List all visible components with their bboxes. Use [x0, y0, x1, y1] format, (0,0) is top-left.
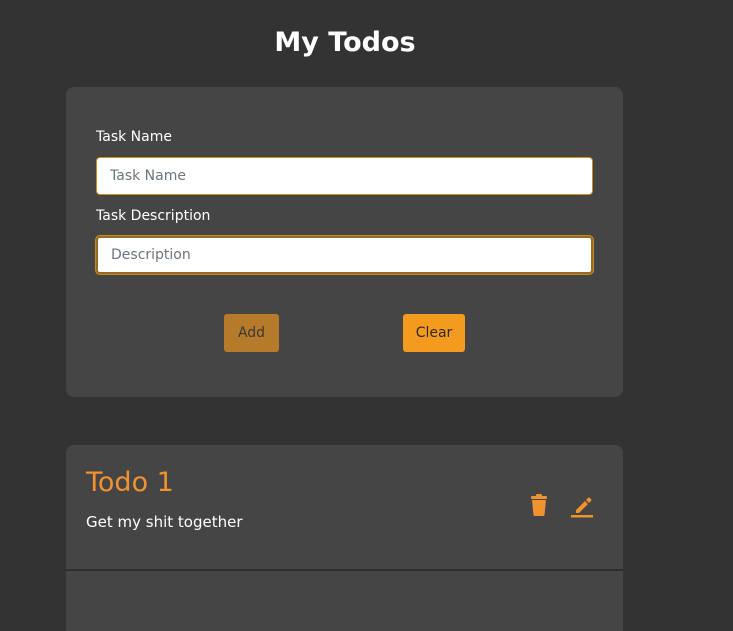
trash-icon[interactable] — [526, 492, 552, 518]
task-name-input[interactable] — [96, 157, 593, 195]
pencil-icon[interactable] — [569, 492, 595, 518]
clear-button[interactable]: Clear — [403, 314, 465, 352]
add-button[interactable]: Add — [224, 314, 279, 352]
todo-description: Get my shit together — [86, 513, 243, 531]
task-description-input[interactable] — [96, 236, 593, 274]
todo-item — [66, 571, 623, 631]
task-description-label: Task Description — [96, 208, 211, 224]
page-title: My Todos — [274, 27, 416, 58]
add-task-form: Task Name Task Description Add Clear — [66, 87, 623, 397]
todo-title: Todo 1 — [86, 467, 174, 498]
todo-item: Todo 1 Get my shit together — [66, 445, 623, 571]
task-name-label: Task Name — [96, 129, 172, 145]
